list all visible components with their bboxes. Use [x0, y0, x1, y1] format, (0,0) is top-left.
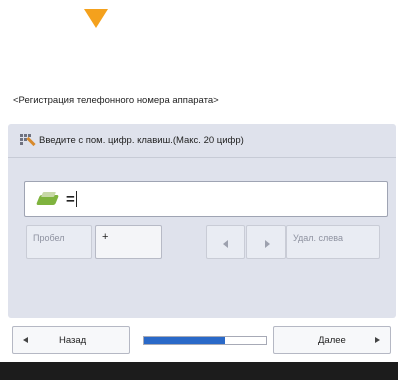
- next-button-label: Далее: [318, 335, 346, 346]
- bottom-status-bar: [0, 362, 398, 380]
- plus-key[interactable]: +: [95, 225, 162, 259]
- progress-fill: [144, 337, 225, 344]
- screen-title: <Регистрация телефонного номера аппарата…: [13, 95, 219, 106]
- delete-left-button[interactable]: Удал. слева: [286, 225, 380, 259]
- fax-phone-icon: [35, 191, 61, 207]
- cursor-right-button[interactable]: [246, 225, 286, 259]
- left-arrow-icon: [223, 240, 228, 248]
- delete-left-label: Удал. слева: [293, 233, 343, 243]
- phone-number-input[interactable]: =: [24, 181, 388, 217]
- progress-bar: [143, 336, 267, 345]
- phone-number-value: =: [66, 190, 75, 208]
- back-button-label: Назад: [59, 335, 87, 346]
- back-arrow-icon: [23, 337, 28, 343]
- space-key[interactable]: Пробел: [26, 225, 92, 259]
- text-cursor: [75, 191, 77, 207]
- plus-key-label: +: [102, 231, 109, 243]
- input-panel: Введите с пом. цифр. клавиш.(Макс. 20 ци…: [8, 124, 396, 318]
- numeric-keypad-icon: [20, 133, 36, 148]
- space-key-label: Пробел: [33, 233, 65, 243]
- right-arrow-icon: [265, 240, 270, 248]
- instruction-text: Введите с пом. цифр. клавиш.(Макс. 20 ци…: [39, 135, 244, 146]
- cursor-left-button[interactable]: [206, 225, 245, 259]
- next-button[interactable]: Далее: [273, 326, 391, 354]
- next-arrow-icon: [375, 337, 380, 343]
- back-button[interactable]: Назад: [12, 326, 130, 354]
- panel-header: Введите с пом. цифр. клавиш.(Макс. 20 ци…: [8, 124, 396, 158]
- down-arrow-icon: [84, 9, 108, 28]
